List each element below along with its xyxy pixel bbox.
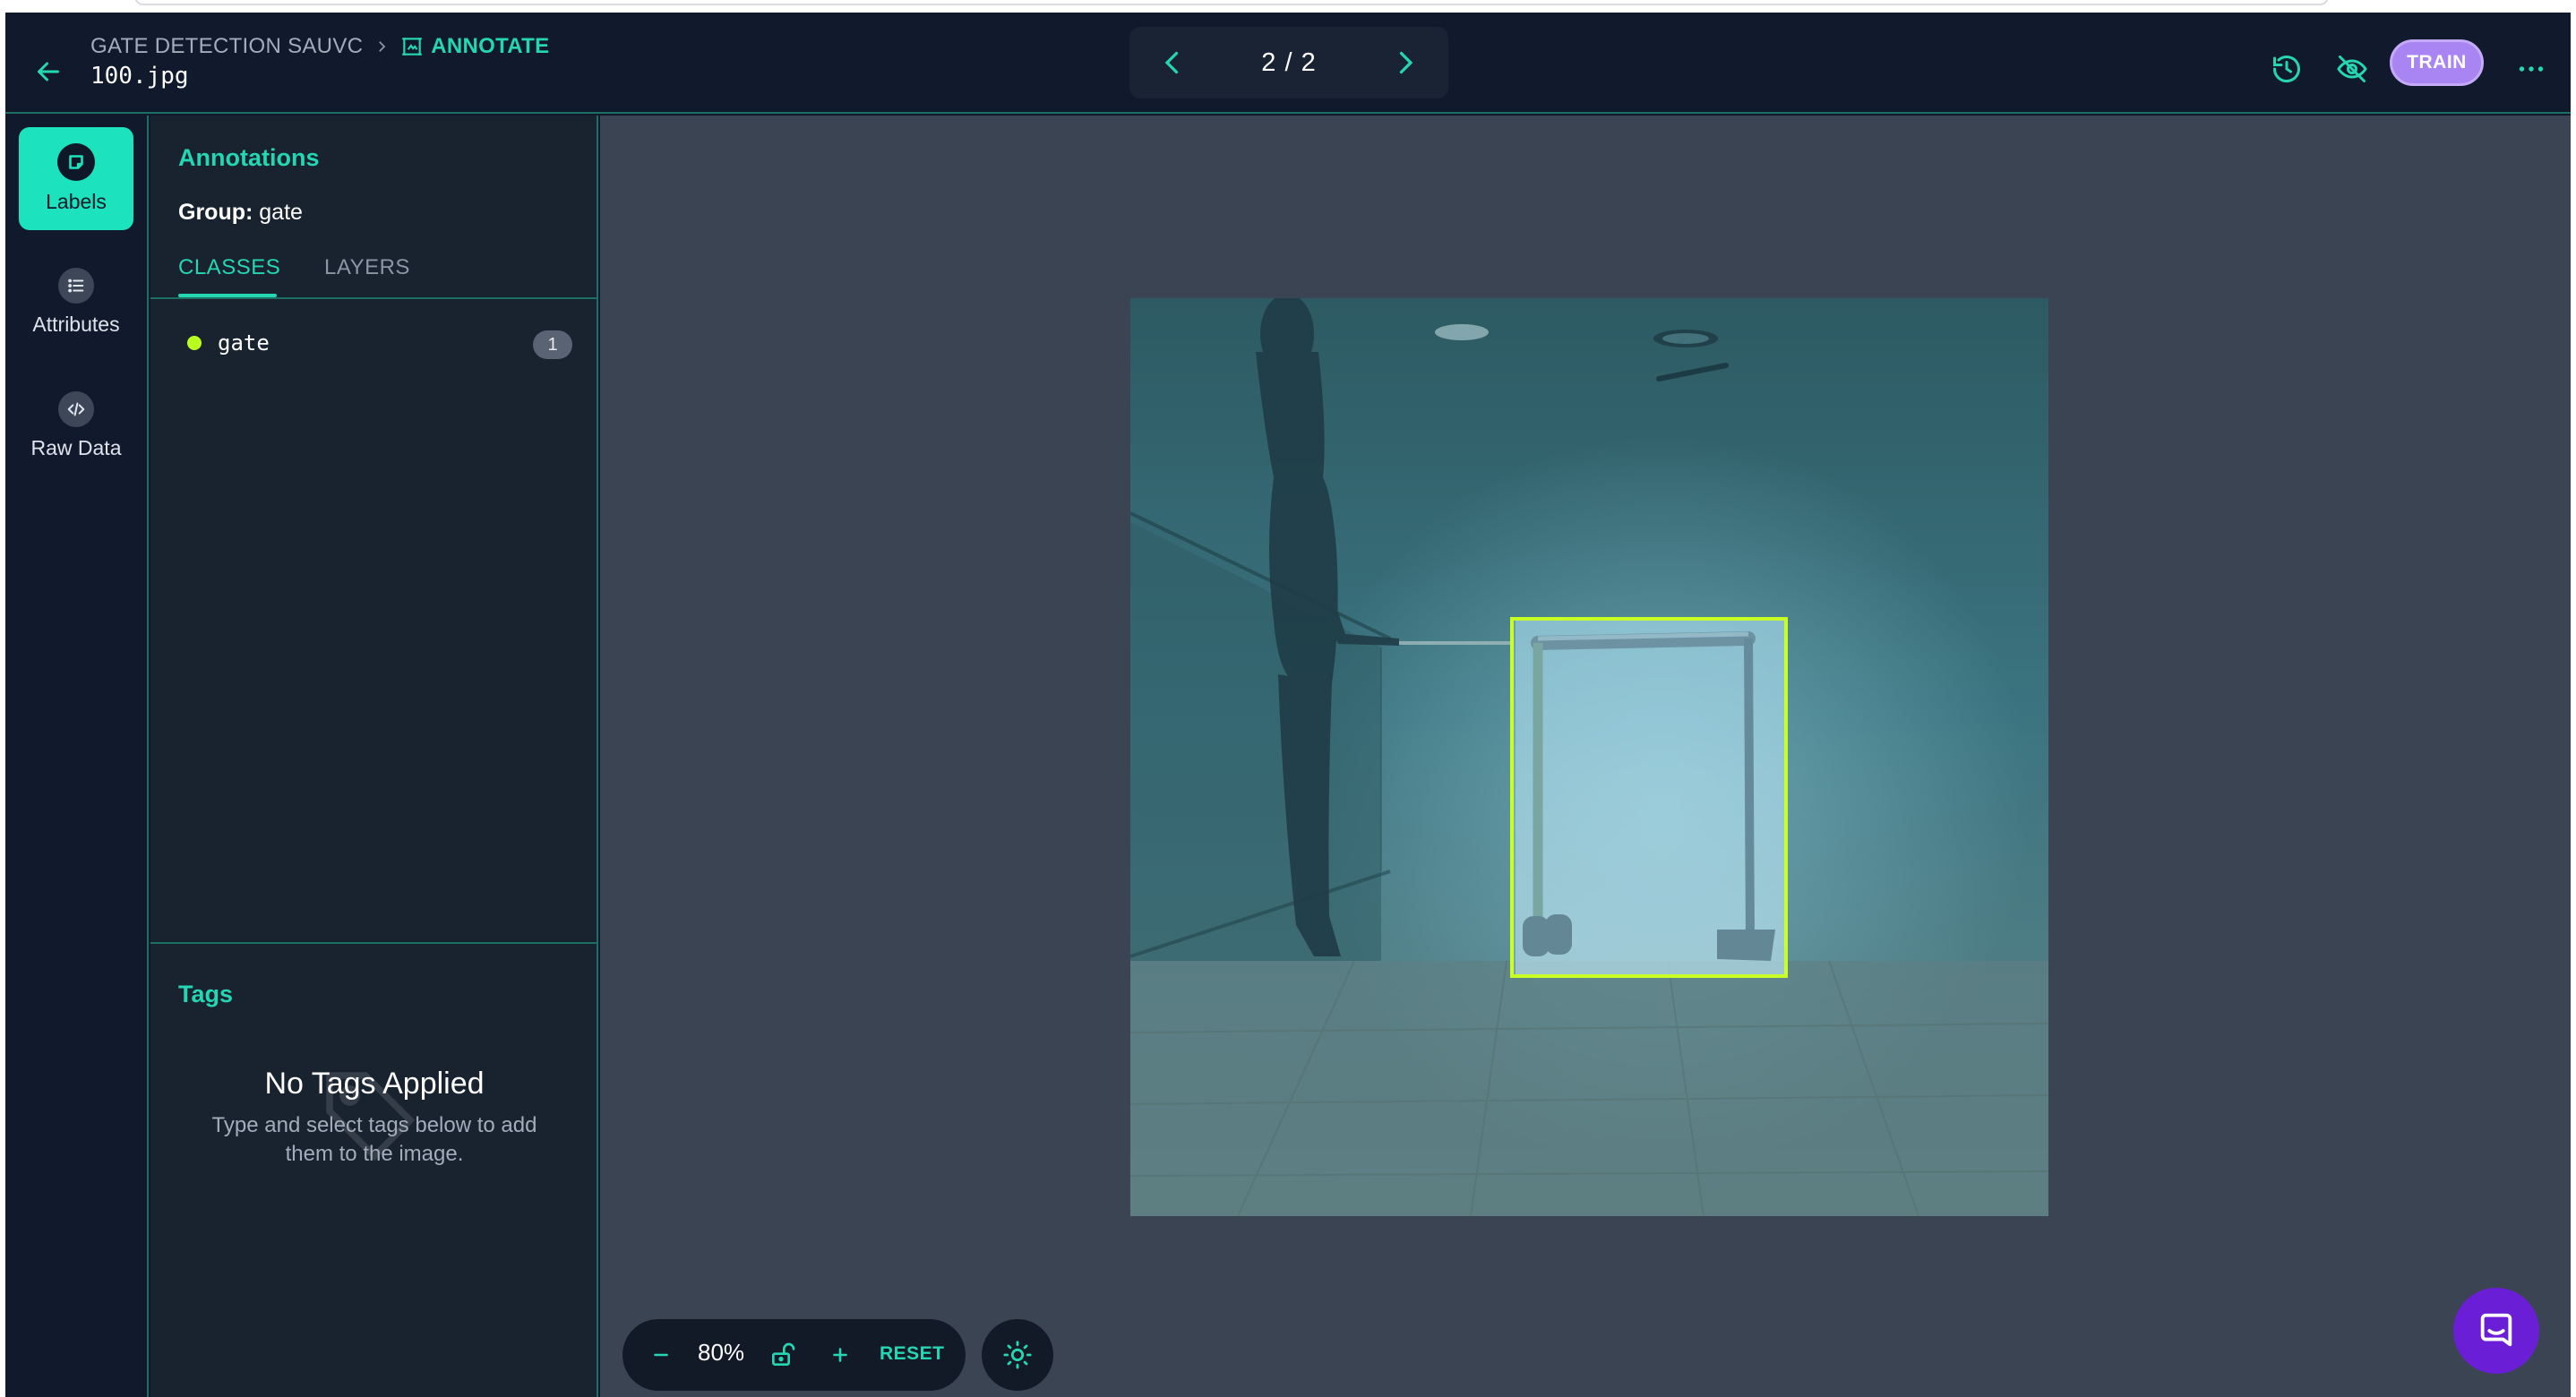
annotate-icon [402, 38, 423, 56]
rail-item-labels[interactable]: Labels [19, 127, 133, 230]
list-icon [58, 268, 94, 304]
breadcrumb: GATE DETECTION SAUVC ANNOTATE [90, 30, 549, 63]
breadcrumb-annotate[interactable]: ANNOTATE [400, 34, 549, 59]
reset-zoom-button[interactable]: RESET [880, 1343, 945, 1365]
annotation-app: GATE DETECTION SAUVC ANNOTATE 100.jpg 2 … [5, 13, 2571, 1397]
previous-image-button[interactable] [1156, 47, 1189, 79]
class-name: gate [218, 330, 270, 356]
class-color-dot [187, 336, 202, 350]
bounding-box-gate[interactable] [1510, 617, 1788, 978]
rail-item-attributes[interactable]: Attributes [19, 251, 133, 354]
group-label: Group: [178, 200, 253, 225]
rail-label-attributes: Attributes [32, 313, 120, 336]
rail-label-labels: Labels [46, 190, 107, 213]
sun-icon [1003, 1341, 1032, 1369]
zoom-in-icon[interactable] [829, 1343, 852, 1367]
tab-layers[interactable]: LAYERS [324, 255, 410, 280]
panel-divider [150, 942, 598, 944]
zoom-level: 80% [698, 1339, 745, 1366]
annotations-panel: Annotations Group: gate CLASSES LAYERS g… [150, 116, 598, 1397]
more-options-icon[interactable] [2515, 53, 2547, 85]
rail-label-raw-data: Raw Data [30, 436, 122, 459]
breadcrumb-project[interactable]: GATE DETECTION SAUVC [90, 34, 363, 59]
tab-classes[interactable]: CLASSES [178, 255, 280, 280]
underwater-image[interactable] [1130, 298, 2048, 1216]
tags-empty-subtitle: Type and select tags below to add them t… [211, 1113, 537, 1166]
zoom-out-icon[interactable] [649, 1343, 673, 1367]
brightness-button[interactable] [982, 1319, 1053, 1391]
lock-open-icon[interactable] [769, 1341, 797, 1369]
rail-item-raw-data[interactable]: Raw Data [19, 374, 133, 477]
support-chat-button[interactable] [2453, 1288, 2539, 1374]
annotation-canvas[interactable]: 80% RESET [600, 116, 2571, 1397]
tags-empty-title: No Tags Applied [264, 1067, 485, 1101]
chat-icon [2480, 1313, 2512, 1347]
next-image-button[interactable] [1389, 47, 1421, 79]
tags-title: Tags [178, 981, 234, 1007]
train-button[interactable]: TRAIN [2390, 39, 2484, 86]
zoom-controls: 80% RESET [623, 1319, 966, 1391]
label-icon [57, 143, 95, 181]
group-value: gate [259, 200, 303, 225]
image-pager: 2 / 2 [1129, 27, 1448, 99]
address-bar-edge [134, 0, 2329, 5]
tabs-divider [150, 297, 598, 299]
chevron-right-icon [379, 41, 386, 52]
pager-count: 2 / 2 [1261, 47, 1317, 77]
annotations-title: Annotations [178, 144, 320, 171]
browser-frame [0, 0, 2576, 13]
class-count-badge: 1 [533, 330, 572, 359]
left-rail: Labels Attributes Raw Data [5, 116, 149, 1397]
group-line: Group: gate [178, 200, 303, 226]
hide-annotations-icon[interactable] [2336, 53, 2368, 85]
code-icon [58, 391, 94, 427]
file-name: 100.jpg [90, 63, 189, 90]
class-item-gate[interactable]: gate 1 [178, 323, 572, 363]
history-icon[interactable] [2271, 53, 2303, 85]
breadcrumb-annotate-label: ANNOTATE [431, 34, 550, 58]
back-arrow-icon[interactable] [32, 56, 64, 88]
top-header: GATE DETECTION SAUVC ANNOTATE 100.jpg 2 … [5, 13, 2571, 114]
